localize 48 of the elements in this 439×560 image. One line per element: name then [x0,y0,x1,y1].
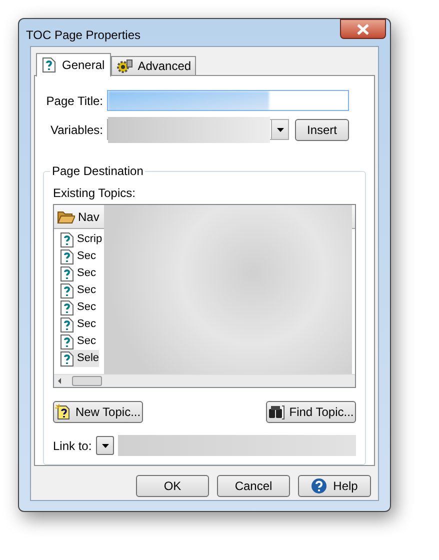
topic-item[interactable]: Sec [60,333,96,350]
link-dropdown-button[interactable] [96,436,114,455]
variables-dropdown[interactable] [107,119,289,140]
topic-item[interactable]: Sec [60,265,96,282]
group-title: Page Destination [50,164,146,178]
help-page-icon [60,248,74,264]
dropdown-arrow-icon [102,444,108,448]
new-topic-button[interactable]: New Topic... [53,401,143,423]
field-label: Variables: [50,122,104,138]
field-label: Link to: [53,438,93,454]
folder-icon [57,210,75,224]
topics-list[interactable]: Nav Scrip Sec Sec Sec Sec Sec Sec Sele [53,204,356,388]
help-page-icon [60,316,74,332]
help-button[interactable]: Help [298,475,371,497]
help-page-icon [60,266,74,282]
topic-item[interactable]: Sec [60,282,96,299]
insert-button[interactable]: Insert [295,118,349,140]
tab[interactable]: General [36,53,111,77]
help-page-icon [60,232,74,248]
help-page-icon [60,350,74,366]
find-topic-button[interactable]: Find Topic... [266,401,356,423]
dropdown-arrow-icon [276,128,284,132]
field-label: Page Title: [45,92,104,110]
topic-item[interactable]: Sec [60,248,96,265]
help-page-icon [42,57,56,73]
tab[interactable]: Advanced [110,56,196,76]
existing-topics-label: Existing Topics: [53,186,136,200]
topic-item[interactable]: Scrip [60,231,102,248]
window-title: TOC Page Properties [26,27,140,44]
link-field[interactable] [118,435,356,456]
folder-path: Nav [78,208,100,226]
page-title-field[interactable] [107,90,349,111]
horizontal-scrollbar[interactable] [54,374,355,387]
close-button[interactable] [340,19,386,39]
help-icon [311,478,328,494]
help-page-icon [60,334,74,350]
ok-button[interactable]: OK [136,475,209,497]
binoculars-icon [268,404,286,420]
scrollbar-thumb[interactable] [72,376,102,386]
topic-item[interactable]: Sec [60,316,96,333]
gear-icon [116,59,134,73]
close-icon [357,24,369,34]
cancel-button[interactable]: Cancel [217,475,290,497]
help-page-icon [60,300,74,316]
topic-item[interactable]: Sec [60,299,96,316]
help-page-icon [60,282,74,298]
topic-item[interactable]: Sele [60,350,100,367]
new-page-icon [55,404,72,420]
